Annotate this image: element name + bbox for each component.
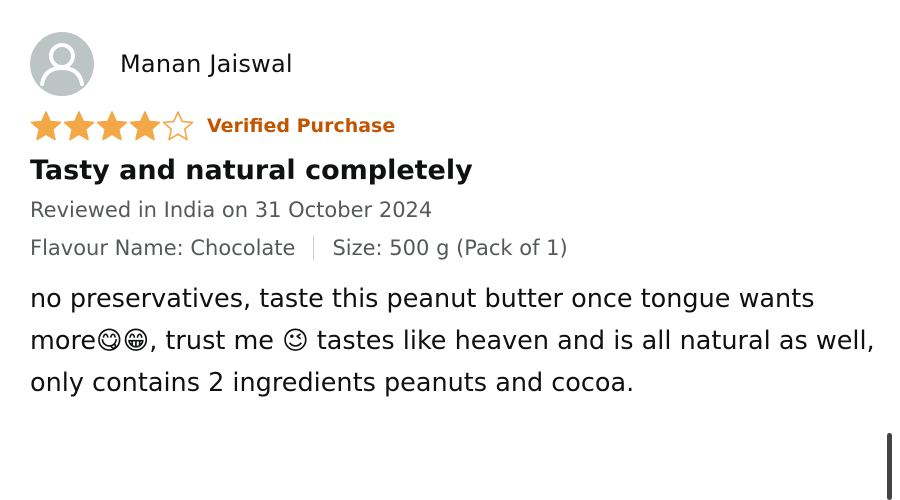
star-filled-icon: [96, 111, 128, 141]
rating-row: Verified Purchase: [30, 109, 880, 143]
star-filled-icon: [63, 111, 95, 141]
star-empty-icon: [162, 111, 194, 141]
verified-purchase-badge[interactable]: Verified Purchase: [207, 115, 395, 137]
star-filled-icon: [30, 111, 62, 141]
review-card: Manan Jaiswal Verified Purchase Tasty an…: [30, 32, 880, 404]
flavour-name: Flavour Name: Chocolate: [30, 236, 296, 260]
review-title[interactable]: Tasty and natural completely: [30, 155, 880, 186]
star-rating[interactable]: [30, 110, 195, 142]
size-value: Size: 500 g (Pack of 1): [332, 236, 568, 260]
scrollbar[interactable]: [887, 433, 892, 500]
review-date: Reviewed in India on 31 October 2024: [30, 198, 433, 222]
variant-divider: [313, 236, 315, 260]
product-variant[interactable]: Flavour Name: Chocolate Size: 500 g (Pac…: [30, 236, 880, 260]
review-body: no preservatives, taste this peanut butt…: [30, 284, 875, 398]
user-avatar-icon[interactable]: [30, 32, 94, 96]
star-filled-icon: [129, 111, 161, 141]
reviewer-profile[interactable]: Manan Jaiswal: [30, 32, 880, 96]
reviewer-name[interactable]: Manan Jaiswal: [120, 50, 293, 78]
